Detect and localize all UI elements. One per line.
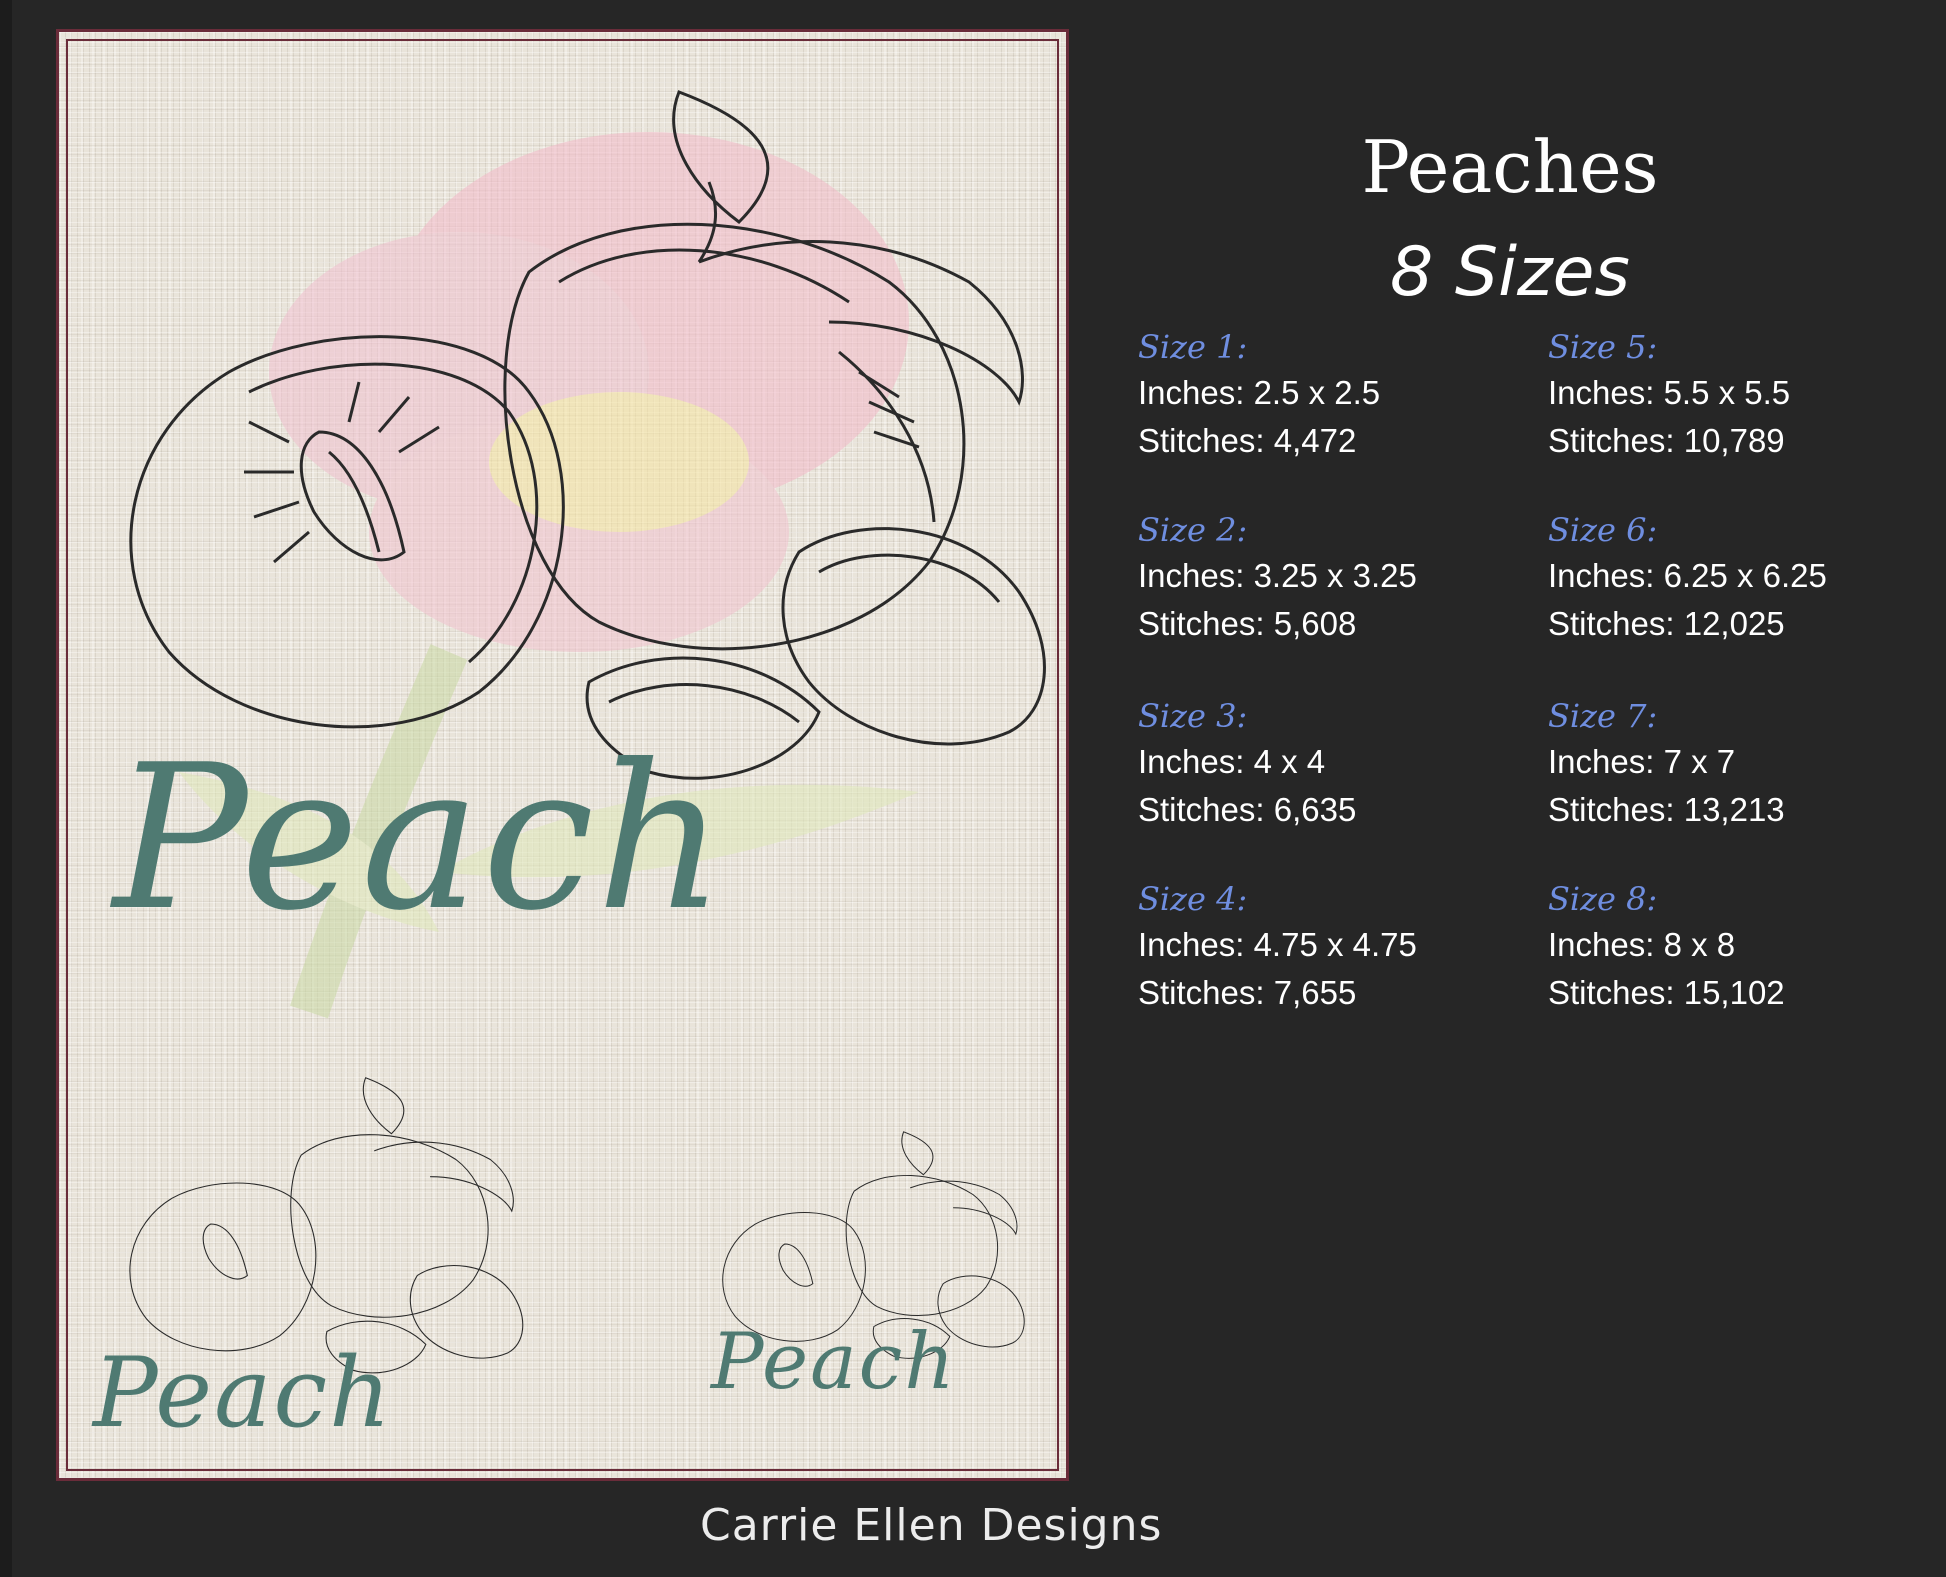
size-stitches: Stitches: 12,025 xyxy=(1548,605,1785,642)
peach-word-small: Peach xyxy=(711,1317,957,1407)
size-stitches: Stitches: 7,655 xyxy=(1138,974,1357,1011)
size-block-4: Size 4: Inches: 4.75 x 4.75 Stitches: 7,… xyxy=(1138,877,1417,1017)
size-block-7: Size 7: Inches: 7 x 7 Stitches: 13,213 xyxy=(1548,694,1785,834)
size-inches: Inches: 5.5 x 5.5 xyxy=(1548,374,1791,411)
sizes-subtitle: 8 Sizes xyxy=(1390,233,1630,312)
size-heading: Size 6: xyxy=(1548,511,1658,549)
size-stitches: Stitches: 15,102 xyxy=(1548,974,1785,1011)
peach-word-medium: Peach xyxy=(93,1337,393,1449)
size-inches: Inches: 3.25 x 3.25 xyxy=(1138,557,1417,594)
size-heading: Size 5: xyxy=(1548,328,1658,366)
size-heading: Size 2: xyxy=(1138,511,1248,549)
size-stitches: Stitches: 10,789 xyxy=(1548,422,1785,459)
size-heading: Size 3: xyxy=(1138,697,1248,735)
size-block-2: Size 2: Inches: 3.25 x 3.25 Stitches: 5,… xyxy=(1138,508,1417,648)
size-inches: Inches: 8 x 8 xyxy=(1548,926,1736,963)
size-stitches: Stitches: 5,608 xyxy=(1138,605,1357,642)
size-heading: Size 7: xyxy=(1548,697,1658,735)
size-block-3: Size 3: Inches: 4 x 4 Stitches: 6,635 xyxy=(1138,694,1356,834)
medium-peach-drawing xyxy=(129,1077,524,1374)
size-stitches: Stitches: 6,635 xyxy=(1138,791,1357,828)
left-edge-strip xyxy=(0,0,12,1577)
size-inches: Inches: 4.75 x 4.75 xyxy=(1138,926,1417,963)
size-block-5: Size 5: Inches: 5.5 x 5.5 Stitches: 10,7… xyxy=(1548,325,1790,465)
design-preview-image: Peach Peach Peach xyxy=(56,29,1069,1481)
size-block-6: Size 6: Inches: 6.25 x 6.25 Stitches: 12… xyxy=(1548,508,1827,648)
size-heading: Size 1: xyxy=(1138,328,1248,366)
size-stitches: Stitches: 13,213 xyxy=(1548,791,1785,828)
size-inches: Inches: 2.5 x 2.5 xyxy=(1138,374,1381,411)
size-inches: Inches: 7 x 7 xyxy=(1548,743,1736,780)
size-stitches: Stitches: 4,472 xyxy=(1138,422,1357,459)
page-title: Peaches xyxy=(1361,125,1659,209)
size-heading: Size 8: xyxy=(1548,880,1658,918)
size-block-8: Size 8: Inches: 8 x 8 Stitches: 15,102 xyxy=(1548,877,1785,1017)
size-block-1: Size 1: Inches: 2.5 x 2.5 Stitches: 4,47… xyxy=(1138,325,1380,465)
size-inches: Inches: 6.25 x 6.25 xyxy=(1548,557,1827,594)
size-inches: Inches: 4 x 4 xyxy=(1138,743,1326,780)
size-heading: Size 4: xyxy=(1138,880,1248,918)
brand-signature: Carrie Ellen Designs xyxy=(700,1500,1163,1551)
peach-word-large: Peach xyxy=(113,722,728,955)
